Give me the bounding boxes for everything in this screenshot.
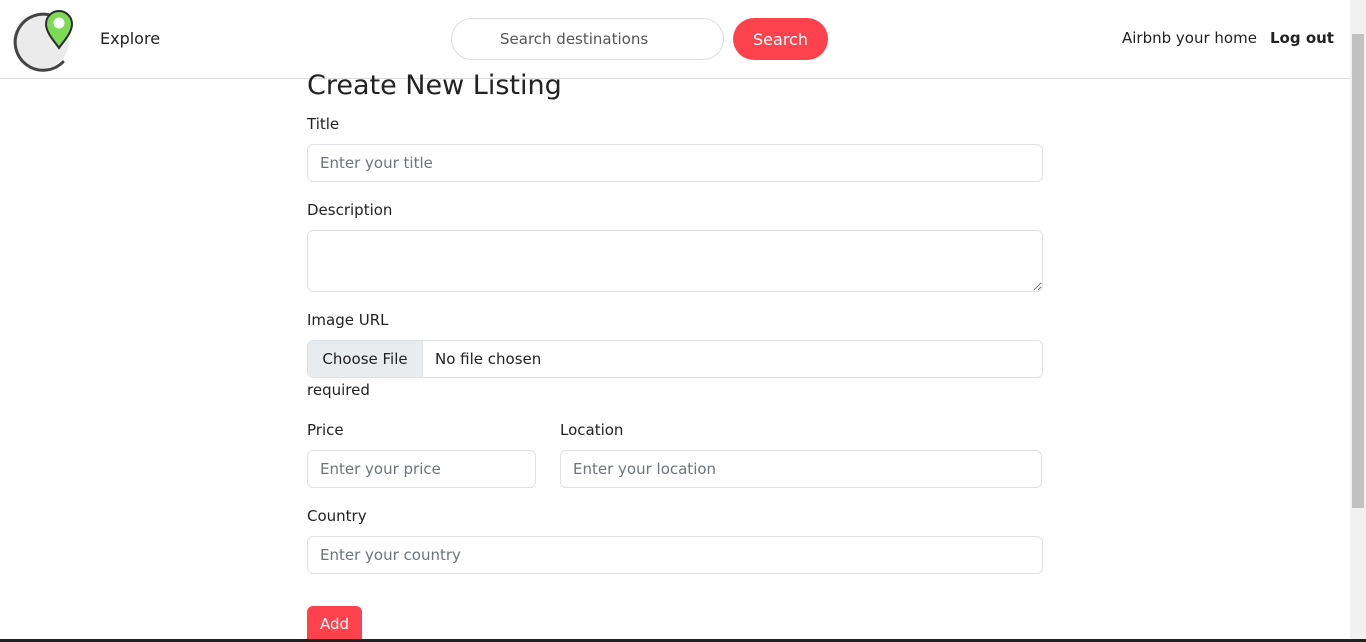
choose-file-button[interactable]: Choose File bbox=[308, 341, 423, 377]
page-title: Create New Listing bbox=[307, 70, 562, 101]
add-button[interactable]: Add bbox=[307, 606, 362, 642]
price-input[interactable] bbox=[307, 450, 536, 488]
file-status-text: No file chosen bbox=[435, 350, 542, 368]
scrollbar-thumb[interactable] bbox=[1352, 34, 1364, 508]
location-label: Location bbox=[560, 421, 624, 439]
location-input[interactable] bbox=[560, 450, 1042, 488]
image-url-label: Image URL bbox=[307, 311, 389, 329]
description-textarea[interactable] bbox=[307, 230, 1043, 292]
page: Explore Search Airbnb your home Log out … bbox=[0, 0, 1366, 642]
title-input[interactable] bbox=[307, 144, 1043, 182]
title-label: Title bbox=[307, 115, 340, 133]
description-label: Description bbox=[307, 201, 393, 219]
country-label: Country bbox=[307, 507, 367, 525]
logout-link[interactable]: Log out bbox=[1270, 29, 1334, 47]
scrollbar[interactable] bbox=[1350, 0, 1366, 642]
search-input[interactable] bbox=[451, 18, 724, 60]
country-input[interactable] bbox=[307, 536, 1043, 574]
price-label: Price bbox=[307, 421, 344, 439]
image-file-input[interactable]: Choose File No file chosen bbox=[307, 340, 1043, 378]
airbnb-your-home-link[interactable]: Airbnb your home bbox=[1122, 29, 1257, 47]
nav-explore-link[interactable]: Explore bbox=[100, 29, 160, 48]
navbar: Explore Search Airbnb your home Log out bbox=[0, 0, 1350, 79]
image-required-note: required bbox=[307, 381, 370, 399]
logo-icon[interactable] bbox=[11, 6, 77, 72]
search-button[interactable]: Search bbox=[733, 18, 828, 60]
